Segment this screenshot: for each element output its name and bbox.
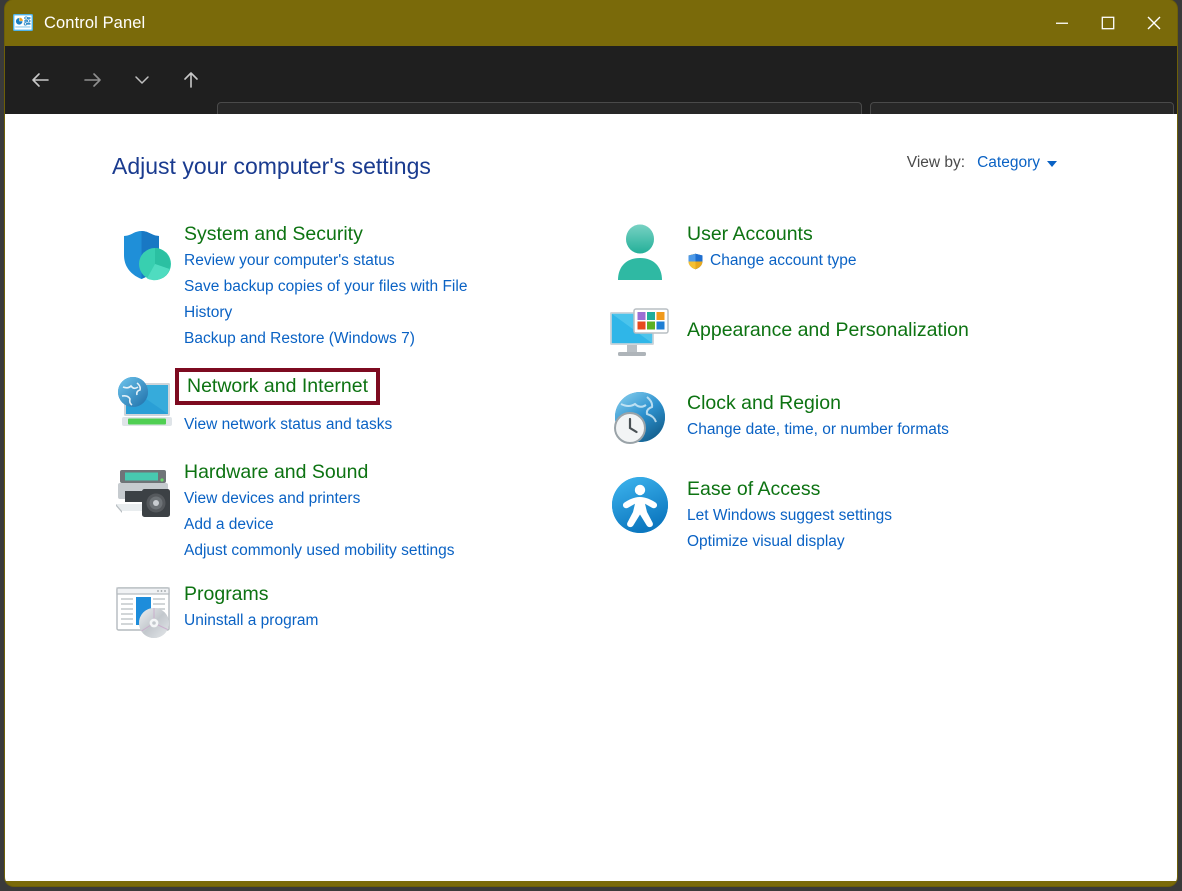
link-change-account-type[interactable]: Change account type [710,248,857,274]
category-column-left: System and Security Review your computer… [112,220,572,643]
programs-disc-icon [112,585,178,643]
link-change-date-time-formats[interactable]: Change date, time, or number formats [687,417,949,443]
category-hardware-and-sound: Hardware and Sound View devices and prin… [112,458,572,564]
uac-shield-icon [687,253,704,270]
category-clock-and-region: Clock and Region Change date, time, or n… [593,386,1063,450]
view-by-control: View by: Category [907,154,1057,172]
category-title-hardware-and-sound[interactable]: Hardware and Sound [184,458,368,486]
close-button[interactable] [1131,0,1177,46]
back-button[interactable] [20,60,60,100]
control-panel-window: Control Panel [5,0,1177,886]
up-arrow-icon [179,68,203,92]
ease-of-access-icon [609,474,671,536]
category-appearance-and-personalization: Appearance and Personalization [593,306,1063,364]
category-icon[interactable] [593,306,687,364]
up-button[interactable] [171,60,211,100]
link-add-a-device[interactable]: Add a device [184,512,455,538]
category-icon[interactable] [593,220,687,284]
view-by-label: View by: [907,154,965,172]
category-body: Ease of Access Let Windows suggest setti… [687,472,892,555]
category-title-ease-of-access[interactable]: Ease of Access [687,475,820,503]
window-title: Control Panel [44,14,145,33]
close-icon [1145,14,1163,32]
link-save-backup-copies[interactable]: Save backup copies of your files with Fi… [184,274,514,326]
link-backup-and-restore[interactable]: Backup and Restore (Windows 7) [184,326,514,352]
category-body: Hardware and Sound View devices and prin… [184,458,455,564]
chevron-down-icon [132,70,152,90]
forward-arrow-icon [81,68,105,92]
category-system-and-security: System and Security Review your computer… [112,220,572,352]
category-programs: Programs Uninstall a program [112,580,572,643]
category-icon[interactable] [112,368,184,438]
link-review-computer-status[interactable]: Review your computer's status [184,248,514,274]
network-globe-monitor-icon [112,374,178,434]
category-body: Programs Uninstall a program [184,580,318,643]
recent-locations-button[interactable] [126,60,158,100]
back-arrow-icon [28,68,52,92]
category-title-programs[interactable]: Programs [184,580,269,608]
shield-security-icon [112,222,180,290]
category-title-appearance-and-personalization[interactable]: Appearance and Personalization [687,316,969,344]
link-adjust-mobility-settings[interactable]: Adjust commonly used mobility settings [184,538,455,564]
control-panel-content: Adjust your computer's settings View by:… [5,114,1177,881]
printer-speaker-icon [112,464,178,522]
category-body: User Accounts Change account type [687,220,857,284]
forward-button[interactable] [73,60,113,100]
minimize-icon [1054,15,1070,31]
link-view-devices-and-printers[interactable]: View devices and printers [184,486,455,512]
maximize-button[interactable] [1085,0,1131,46]
minimize-button[interactable] [1039,0,1085,46]
appearance-monitor-icon [605,308,675,364]
title-bar: Control Panel [5,0,1177,46]
link-optimize-visual-display[interactable]: Optimize visual display [687,529,892,555]
link-view-network-status[interactable]: View network status and tasks [184,412,392,438]
link-let-windows-suggest-settings[interactable]: Let Windows suggest settings [687,503,892,529]
category-title-user-accounts[interactable]: User Accounts [687,220,813,248]
category-title-system-and-security[interactable]: System and Security [184,220,363,248]
category-icon[interactable] [112,458,184,564]
category-network-and-internet: Network and Internet View network status… [112,368,572,438]
category-body: Clock and Region Change date, time, or n… [687,386,949,450]
category-body: Appearance and Personalization [687,306,969,364]
category-title-clock-and-region[interactable]: Clock and Region [687,389,841,417]
navigation-toolbar: › Control Panel [5,46,1177,114]
category-icon[interactable] [593,386,687,450]
link-change-account-type-wrapper[interactable]: Change account type [687,248,857,274]
category-body: System and Security Review your computer… [184,220,514,352]
category-body: Network and Internet View network status… [184,368,392,438]
clock-globe-icon [609,388,671,450]
control-panel-icon [12,12,34,34]
window-caption-buttons [1039,0,1177,46]
category-icon[interactable] [112,220,184,352]
category-column-right: User Accounts Change account type [593,220,1063,555]
user-account-icon [609,222,671,284]
category-ease-of-access: Ease of Access Let Windows suggest setti… [593,472,1063,555]
link-uninstall-a-program[interactable]: Uninstall a program [184,608,318,634]
chevron-down-icon[interactable] [1047,161,1057,167]
page-title: Adjust your computer's settings [112,153,431,180]
category-icon[interactable] [112,580,184,643]
category-title-network-and-internet[interactable]: Network and Internet [175,368,380,405]
category-icon[interactable] [593,472,687,555]
maximize-icon [1100,15,1116,31]
view-by-value[interactable]: Category [977,154,1040,172]
category-user-accounts: User Accounts Change account type [593,220,1063,284]
